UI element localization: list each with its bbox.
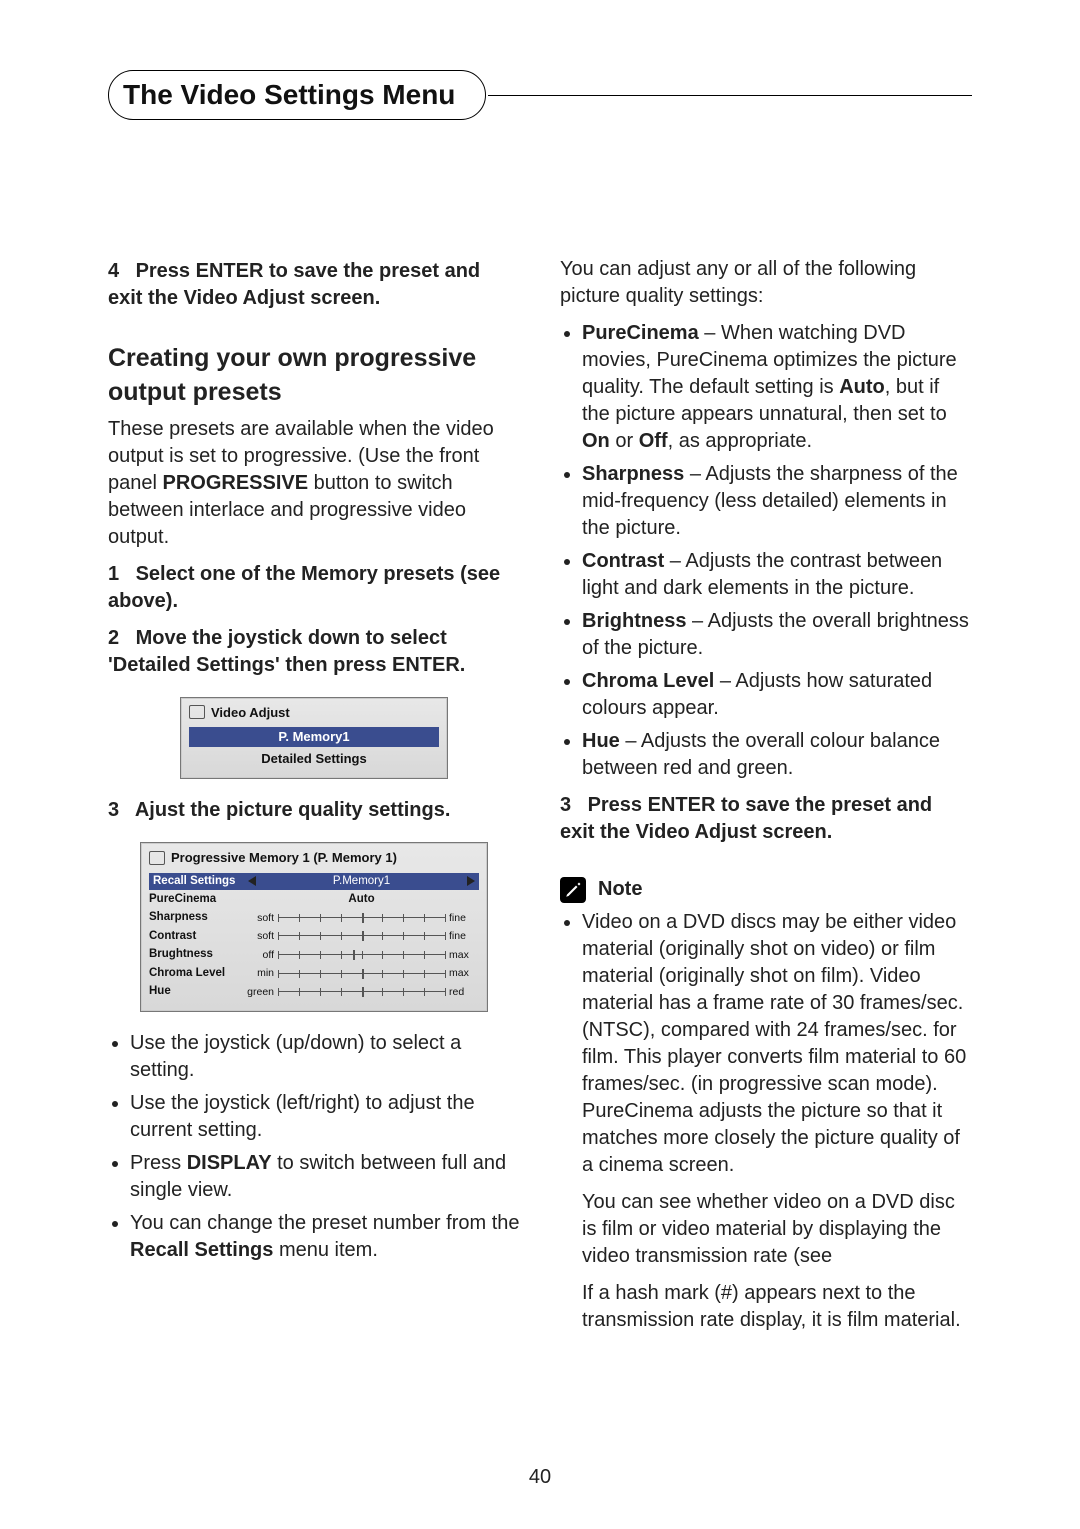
ui2-slider: greenred (244, 985, 479, 999)
setting-item: Contrast – Adjusts the contrast between … (582, 548, 972, 602)
right-column: You can adjust any or all of the followi… (560, 250, 972, 1344)
step-1: 1 Select one of the Memory presets (see … (108, 561, 520, 615)
ui1-sub: Detailed Settings (189, 749, 439, 769)
step-2: 2 Move the joystick down to select 'Deta… (108, 625, 520, 679)
ui2-slider: offmax (244, 948, 479, 962)
ui2-setting-row: Brughtnessoffmax (149, 946, 479, 965)
ui2-setting-label: Chroma Level (149, 966, 244, 982)
ui2-slider: minmax (244, 966, 479, 980)
ui1-title-row: Video Adjust (189, 704, 439, 722)
video-adjust-screenshot: Video Adjust P. Memory1 Detailed Setting… (180, 697, 448, 780)
ui2-title: Progressive Memory 1 (P. Memory 1) (171, 849, 397, 867)
note-label: Note (598, 876, 642, 903)
ui2-setting-row: Contrastsoftfine (149, 927, 479, 946)
ui2-setting-row: Sharpnesssoftfine (149, 909, 479, 928)
ui2-setting-label: Sharpness (149, 910, 244, 926)
ui2-setting-row: Huegreenred (149, 983, 479, 1002)
page-title: The Video Settings Menu (108, 70, 486, 120)
step-4-num: 4 (108, 258, 130, 285)
page: The Video Settings Menu 4 Press ENTER to… (0, 0, 1080, 1529)
ui1-title: Video Adjust (211, 704, 290, 722)
tv-icon (149, 851, 165, 865)
setting-item: Chroma Level – Adjusts how saturated col… (582, 668, 972, 722)
ui2-slider: softfine (244, 929, 479, 943)
step-4: 4 Press ENTER to save the preset and exi… (108, 258, 520, 312)
setting-item: Brightness – Adjusts the overall brightn… (582, 608, 972, 662)
ui2-recall-label: Recall Settings (153, 874, 248, 890)
instruction-item: Use the joystick (left/right) to adjust … (130, 1090, 520, 1144)
step-4-text: Press ENTER to save the preset and exit … (108, 260, 480, 309)
title-row: The Video Settings Menu (108, 70, 972, 130)
columns: 4 Press ENTER to save the preset and exi… (108, 250, 972, 1344)
pencil-icon (560, 877, 586, 903)
right-step-3: 3 Press ENTER to save the preset and exi… (560, 792, 972, 846)
instruction-item: You can change the preset number from th… (130, 1210, 520, 1264)
ui2-slider: softfine (244, 911, 479, 925)
setting-item: Sharpness – Adjusts the sharpness of the… (582, 461, 972, 542)
ui2-setting-label: Hue (149, 984, 244, 1000)
note-heading: Note (560, 876, 972, 903)
ui2-recall-row: Recall Settings P.Memory1 (149, 873, 479, 891)
instruction-item: Press DISPLAY to switch between full and… (130, 1150, 520, 1204)
setting-item: Hue – Adjusts the overall colour balance… (582, 728, 972, 782)
ui2-setting-row: Chroma Levelminmax (149, 964, 479, 983)
arrow-left-icon (248, 876, 256, 886)
ui2-recall-value: P.Memory1 (333, 874, 390, 890)
instruction-item: Use the joystick (up/down) to select a s… (130, 1030, 520, 1084)
ui2-rows: PureCinemaAutoSharpnesssoftfineContrasts… (149, 890, 479, 1001)
ui2-title-row: Progressive Memory 1 (P. Memory 1) (149, 849, 479, 867)
left-column: 4 Press ENTER to save the preset and exi… (108, 250, 520, 1344)
note-para-2a: You can see whether video on a DVD disc … (560, 1189, 972, 1270)
settings-list: PureCinema – When watching DVD movies, P… (560, 320, 972, 782)
intro-paragraph: These presets are available when the vid… (108, 416, 520, 551)
ui2-setting-row: PureCinemaAuto (149, 890, 479, 909)
ui1-highlight: P. Memory1 (189, 727, 439, 747)
page-number: 40 (0, 1466, 1080, 1489)
ui2-setting-label: Brughtness (149, 947, 244, 963)
ui2-setting-label: PureCinema (149, 892, 244, 908)
ui2-setting-value: Auto (244, 892, 479, 908)
ui2-setting-label: Contrast (149, 929, 244, 945)
note-para-2b: If a hash mark (#) appears next to the t… (560, 1280, 972, 1334)
right-lead: You can adjust any or all of the followi… (560, 256, 972, 310)
title-rule (488, 95, 972, 96)
setting-item: PureCinema – When watching DVD movies, P… (582, 320, 972, 455)
note-bullet: Video on a DVD discs may be either video… (582, 909, 972, 1179)
note-list: Video on a DVD discs may be either video… (560, 909, 972, 1179)
step-3: 3 Ajust the picture quality settings. (108, 797, 520, 824)
progressive-memory-screenshot: Progressive Memory 1 (P. Memory 1) Recal… (140, 842, 488, 1012)
arrow-right-icon (467, 876, 475, 886)
tv-icon (189, 705, 205, 719)
subheading: Creating your own progressive output pre… (108, 342, 520, 410)
instruction-list: Use the joystick (up/down) to select a s… (108, 1030, 520, 1264)
